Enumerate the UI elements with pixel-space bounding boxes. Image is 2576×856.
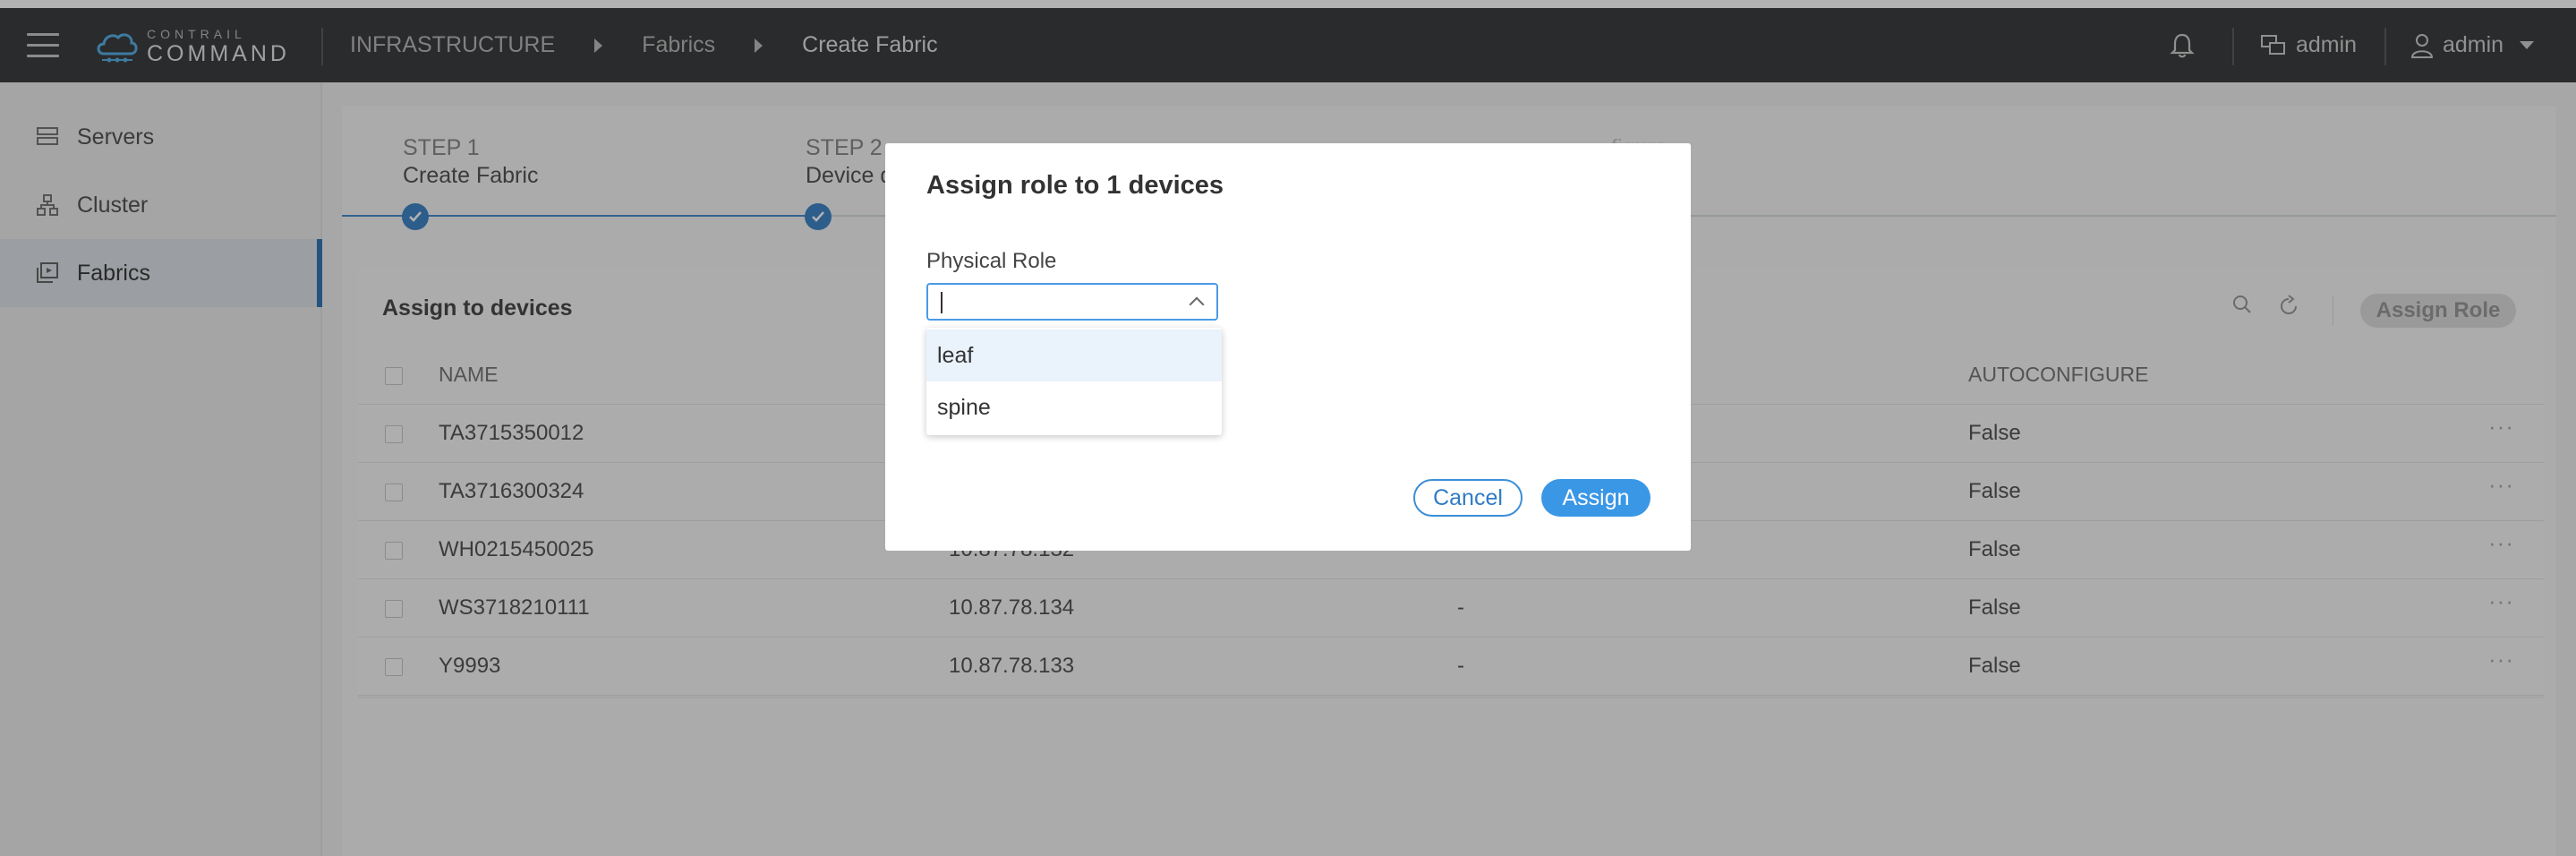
- chevron-up-icon[interactable]: [1189, 296, 1205, 312]
- role-option-spine[interactable]: spine: [926, 381, 1222, 433]
- assign-role-dialog: Assign role to 1 devices Physical Role l…: [885, 143, 1691, 551]
- text-cursor: [941, 292, 943, 313]
- cancel-button[interactable]: Cancel: [1413, 479, 1523, 517]
- assign-button[interactable]: Assign: [1541, 479, 1651, 517]
- role-dropdown-menu: leaf spine: [926, 328, 1222, 435]
- dialog-title: Assign role to 1 devices: [926, 171, 1224, 200]
- physical-role-select[interactable]: [926, 283, 1218, 321]
- role-option-leaf[interactable]: leaf: [926, 330, 1222, 381]
- physical-role-label: Physical Role: [926, 249, 1057, 273]
